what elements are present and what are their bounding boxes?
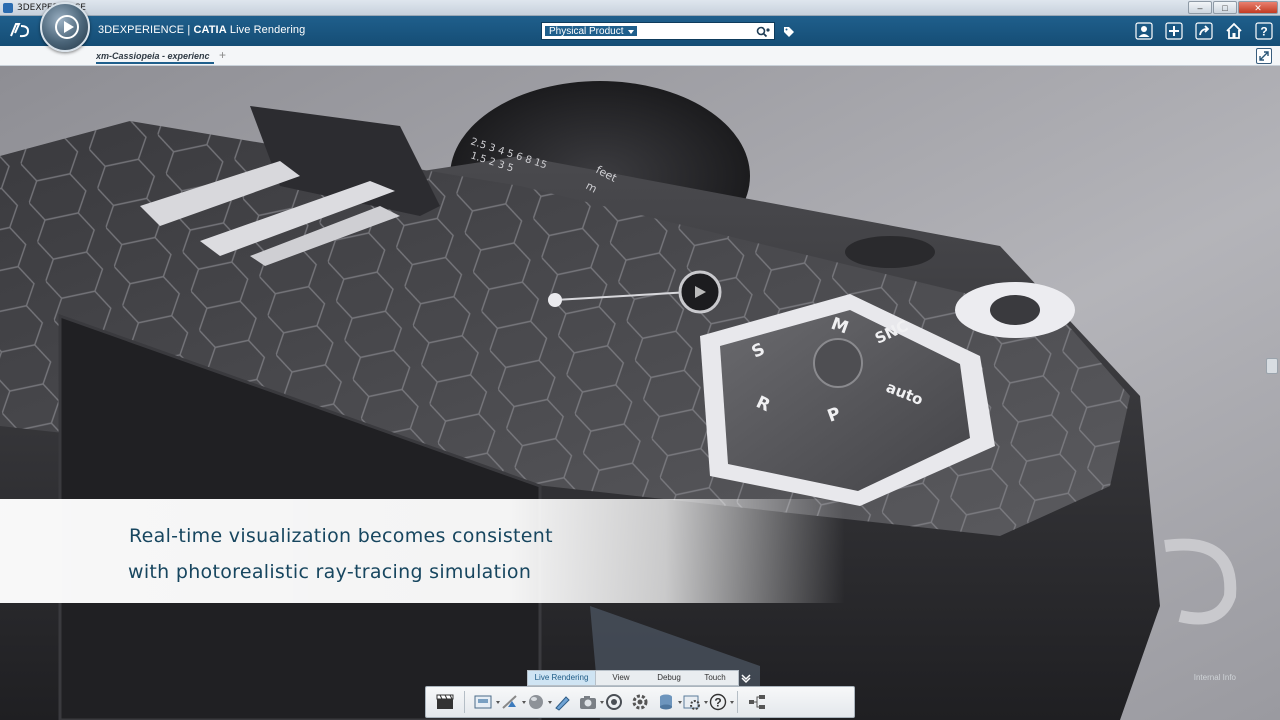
database-icon[interactable] xyxy=(655,691,682,713)
watermark-label: Internal Info xyxy=(1193,673,1236,682)
add-tab-button[interactable]: + xyxy=(219,48,226,62)
share-icon[interactable] xyxy=(1194,21,1214,41)
tag-icon[interactable] xyxy=(783,25,795,37)
app-icon xyxy=(3,2,13,13)
chevron-down-icon xyxy=(628,30,635,34)
sun-icon[interactable] xyxy=(499,691,526,713)
fullscreen-icon[interactable] xyxy=(1256,48,1272,64)
caption-band xyxy=(0,499,1280,603)
3d-viewport[interactable]: 2.5 3 4 5 6 8 15 1.5 2 3 5 feet m M SNC … xyxy=(0,66,1280,720)
tab-live-rendering[interactable]: Live Rendering xyxy=(528,671,596,685)
tab-document[interactable]: xm-Cassiopeia - experienc xyxy=(96,48,214,64)
header-icons: ? xyxy=(1134,21,1274,41)
ds-logo-icon[interactable] xyxy=(8,21,34,41)
window-controls: – □ ✕ xyxy=(1188,1,1278,14)
search-input[interactable] xyxy=(638,24,748,38)
search-icon[interactable] xyxy=(756,25,770,38)
svg-text:?: ? xyxy=(714,696,721,710)
render-icon[interactable] xyxy=(473,691,500,713)
separator xyxy=(737,691,738,713)
separator xyxy=(464,691,465,713)
help-icon[interactable]: ? xyxy=(707,691,734,713)
caption-line-1: Real-time visualization becomes consiste… xyxy=(129,525,553,547)
brand-suffix: Live Rendering xyxy=(226,24,306,36)
user-icon[interactable] xyxy=(1134,21,1154,41)
settings-icon[interactable] xyxy=(629,691,651,713)
tab-debug[interactable]: Debug xyxy=(646,671,692,685)
compass-icon[interactable] xyxy=(40,2,90,52)
panel-handle[interactable] xyxy=(1266,358,1278,374)
tab-touch[interactable]: Touch xyxy=(692,671,738,685)
plus-icon[interactable] xyxy=(1164,21,1184,41)
environment-icon[interactable] xyxy=(603,691,625,713)
search-scope-dropdown[interactable]: Physical Product xyxy=(544,25,639,37)
os-title-bar: 3DEXPERIENCE – □ ✕ xyxy=(0,0,1280,16)
options-icon[interactable] xyxy=(681,691,708,713)
search-scope-label: Physical Product xyxy=(549,26,624,37)
brand-prefix: 3DEXPERIENCE | xyxy=(98,24,194,36)
material-icon[interactable] xyxy=(525,691,552,713)
paint-icon[interactable] xyxy=(551,691,573,713)
app-title: 3DEXPERIENCE | CATIA Live Rendering xyxy=(98,24,305,36)
close-button[interactable]: ✕ xyxy=(1238,1,1278,14)
tab-strip: xm-Cassiopeia - experienc + xyxy=(0,46,1280,66)
app-header: 3DEXPERIENCE | CATIA Live Rendering Phys… xyxy=(0,16,1280,46)
caption-line-2: with photorealistic ray-tracing simulati… xyxy=(128,561,532,583)
play-icon xyxy=(55,15,79,39)
clapper-icon[interactable] xyxy=(434,691,456,713)
camera-icon[interactable] xyxy=(577,691,604,713)
search-box: Physical Product xyxy=(541,22,775,40)
chevron-down-icon[interactable] xyxy=(740,672,752,684)
home-icon[interactable] xyxy=(1224,21,1244,41)
tab-view[interactable]: View xyxy=(596,671,646,685)
minimize-button[interactable]: – xyxy=(1188,1,1212,14)
action-bar: ? xyxy=(425,686,855,718)
action-bar-tabs: Live Rendering View Debug Touch xyxy=(527,670,751,686)
maximize-button[interactable]: □ xyxy=(1213,1,1237,14)
svg-text:?: ? xyxy=(1260,25,1267,39)
brand-app: CATIA xyxy=(193,24,227,36)
help-icon[interactable]: ? xyxy=(1254,21,1274,41)
camera-render: 2.5 3 4 5 6 8 15 1.5 2 3 5 feet m M SNC … xyxy=(0,66,1280,720)
tree-icon[interactable] xyxy=(746,691,768,713)
